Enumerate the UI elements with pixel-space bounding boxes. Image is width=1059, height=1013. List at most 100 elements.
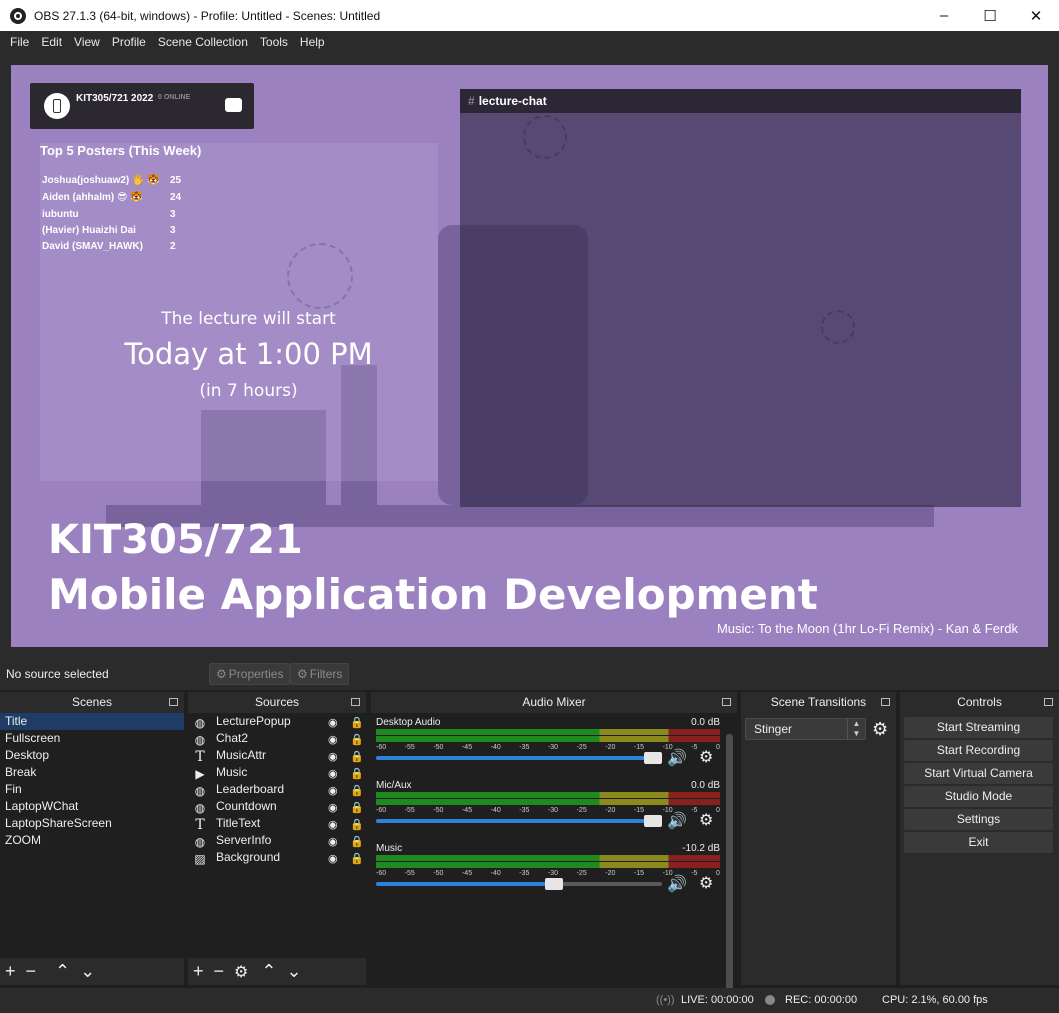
gear-icon: ⚙ xyxy=(216,667,227,681)
add-source-icon[interactable]: + xyxy=(193,961,204,982)
source-item[interactable]: ▨ Background ◉ 🔒 xyxy=(188,849,366,866)
start-virtual-camera-button[interactable]: Start Virtual Camera xyxy=(904,763,1053,784)
settings-button[interactable]: Settings xyxy=(904,809,1053,830)
exit-button[interactable]: Exit xyxy=(904,832,1053,853)
source-item[interactable]: ◍ ServerInfo ◉ 🔒 xyxy=(188,832,366,849)
lock-icon[interactable]: 🔒 xyxy=(350,749,364,763)
source-name: ServerInfo xyxy=(216,833,272,847)
eye-icon[interactable]: ◉ xyxy=(328,800,342,814)
move-up-icon[interactable]: ⌃ xyxy=(261,961,276,982)
slider-knob[interactable] xyxy=(644,752,662,764)
source-item[interactable]: T MusicAttr ◉ 🔒 xyxy=(188,747,366,765)
properties-button[interactable]: ⚙ Properties xyxy=(209,663,291,685)
phone-icon xyxy=(44,93,70,119)
meter-tick-label: -30 xyxy=(547,870,559,877)
lock-icon[interactable]: 🔒 xyxy=(350,732,364,746)
eye-icon[interactable]: ◉ xyxy=(328,817,342,831)
minimize-button[interactable]: – xyxy=(921,0,967,31)
gear-icon[interactable]: ⚙ xyxy=(872,719,888,740)
add-scene-icon[interactable]: + xyxy=(5,961,16,982)
channel-db: 0.0 dB xyxy=(691,717,720,728)
remove-scene-icon[interactable]: − xyxy=(26,961,37,982)
gear-icon[interactable]: ⚙ xyxy=(699,747,713,767)
lock-icon[interactable]: 🔒 xyxy=(350,851,364,865)
slider-knob[interactable] xyxy=(644,815,662,827)
scene-item[interactable]: Break xyxy=(0,764,184,781)
globe-icon: ◍ xyxy=(194,800,206,815)
volume-slider[interactable] xyxy=(376,815,662,827)
lock-icon[interactable]: 🔒 xyxy=(350,715,364,729)
source-properties-icon[interactable]: ⚙ xyxy=(234,962,248,982)
menu-file[interactable]: File xyxy=(4,35,35,49)
gear-icon[interactable]: ⚙ xyxy=(699,873,713,893)
source-item[interactable]: ◍ LecturePopup ◉ 🔒 xyxy=(188,713,366,730)
transition-value: Stinger xyxy=(754,722,793,736)
eye-icon[interactable]: ◉ xyxy=(328,732,342,746)
start-streaming-button[interactable]: Start Streaming xyxy=(904,717,1053,738)
close-button[interactable]: ✕ xyxy=(1013,0,1059,31)
maximize-button[interactable]: ☐ xyxy=(967,0,1013,31)
eye-icon[interactable]: ◉ xyxy=(328,749,342,763)
source-item[interactable]: T TitleText ◉ 🔒 xyxy=(188,815,366,833)
float-dock-icon[interactable] xyxy=(351,698,360,706)
scene-item[interactable]: Fullscreen xyxy=(0,730,184,747)
meter-tick-label: 0 xyxy=(715,870,720,877)
speaker-icon[interactable]: 🔊 xyxy=(667,748,687,768)
scene-item[interactable]: Fin xyxy=(0,781,184,798)
scene-item[interactable]: LaptopShareScreen xyxy=(0,815,184,832)
lock-icon[interactable]: 🔒 xyxy=(350,834,364,848)
volume-meter xyxy=(376,736,720,742)
menu-help[interactable]: Help xyxy=(294,35,331,49)
scene-item[interactable]: ZOOM xyxy=(0,832,184,849)
speaker-icon[interactable]: 🔊 xyxy=(667,874,687,894)
scenes-footer: + − ⌃ ⌄ xyxy=(0,958,184,985)
eye-icon[interactable]: ◉ xyxy=(328,834,342,848)
float-dock-icon[interactable] xyxy=(1044,698,1053,706)
menu-tools[interactable]: Tools xyxy=(254,35,294,49)
eye-icon[interactable]: ◉ xyxy=(328,783,342,797)
preview-canvas[interactable]: KIT305/721 2022 0 ONLINE Top 5 Posters (… xyxy=(11,65,1048,647)
filters-button[interactable]: ⚙ Filters xyxy=(290,663,350,685)
move-down-icon[interactable]: ⌄ xyxy=(80,961,95,982)
chat-panel: # lecture-chat xyxy=(460,89,1021,507)
eye-icon[interactable]: ◉ xyxy=(328,851,342,865)
menu-edit[interactable]: Edit xyxy=(35,35,68,49)
studio-mode-button[interactable]: Studio Mode xyxy=(904,786,1053,807)
volume-slider[interactable] xyxy=(376,878,662,890)
broadcast-icon: ((•)) xyxy=(656,994,675,1006)
lock-icon[interactable]: 🔒 xyxy=(350,817,364,831)
float-dock-icon[interactable] xyxy=(881,698,890,706)
speaker-icon[interactable]: 🔊 xyxy=(667,811,687,831)
scene-item[interactable]: Title xyxy=(0,713,184,730)
lock-icon[interactable]: 🔒 xyxy=(350,766,364,780)
channel-db: 0.0 dB xyxy=(691,780,720,791)
start-recording-button[interactable]: Start Recording xyxy=(904,740,1053,761)
move-up-icon[interactable]: ⌃ xyxy=(55,961,70,982)
scene-item[interactable]: LaptopWChat xyxy=(0,798,184,815)
move-down-icon[interactable]: ⌄ xyxy=(286,961,301,982)
source-item[interactable]: ◍ Chat2 ◉ 🔒 xyxy=(188,730,366,747)
meter-tick-label: -50 xyxy=(433,744,444,751)
menu-view[interactable]: View xyxy=(68,35,106,49)
slider-knob[interactable] xyxy=(545,878,563,890)
remove-source-icon[interactable]: − xyxy=(214,961,225,982)
float-dock-icon[interactable] xyxy=(722,698,731,706)
source-item[interactable]: ◍ Countdown ◉ 🔒 xyxy=(188,798,366,815)
source-item[interactable]: ▶ Music ◉ 🔒 xyxy=(188,764,366,781)
globe-icon: ◍ xyxy=(194,834,206,849)
float-dock-icon[interactable] xyxy=(169,698,178,706)
mixer-scrollbar[interactable] xyxy=(726,734,733,1000)
menu-profile[interactable]: Profile xyxy=(106,35,152,49)
transition-select[interactable]: Stinger ▲ ▼ xyxy=(745,718,866,740)
volume-slider[interactable] xyxy=(376,752,662,764)
scene-item[interactable]: Desktop xyxy=(0,747,184,764)
spin-arrows-icon[interactable]: ▲ ▼ xyxy=(847,719,865,739)
lock-icon[interactable]: 🔒 xyxy=(350,800,364,814)
eye-icon[interactable]: ◉ xyxy=(328,715,342,729)
lock-icon[interactable]: 🔒 xyxy=(350,783,364,797)
eye-icon[interactable]: ◉ xyxy=(328,766,342,780)
gear-icon[interactable]: ⚙ xyxy=(699,810,713,830)
channel-name: Music xyxy=(376,843,403,854)
source-item[interactable]: ◍ Leaderboard ◉ 🔒 xyxy=(188,781,366,798)
menu-scene-collection[interactable]: Scene Collection xyxy=(152,35,254,49)
